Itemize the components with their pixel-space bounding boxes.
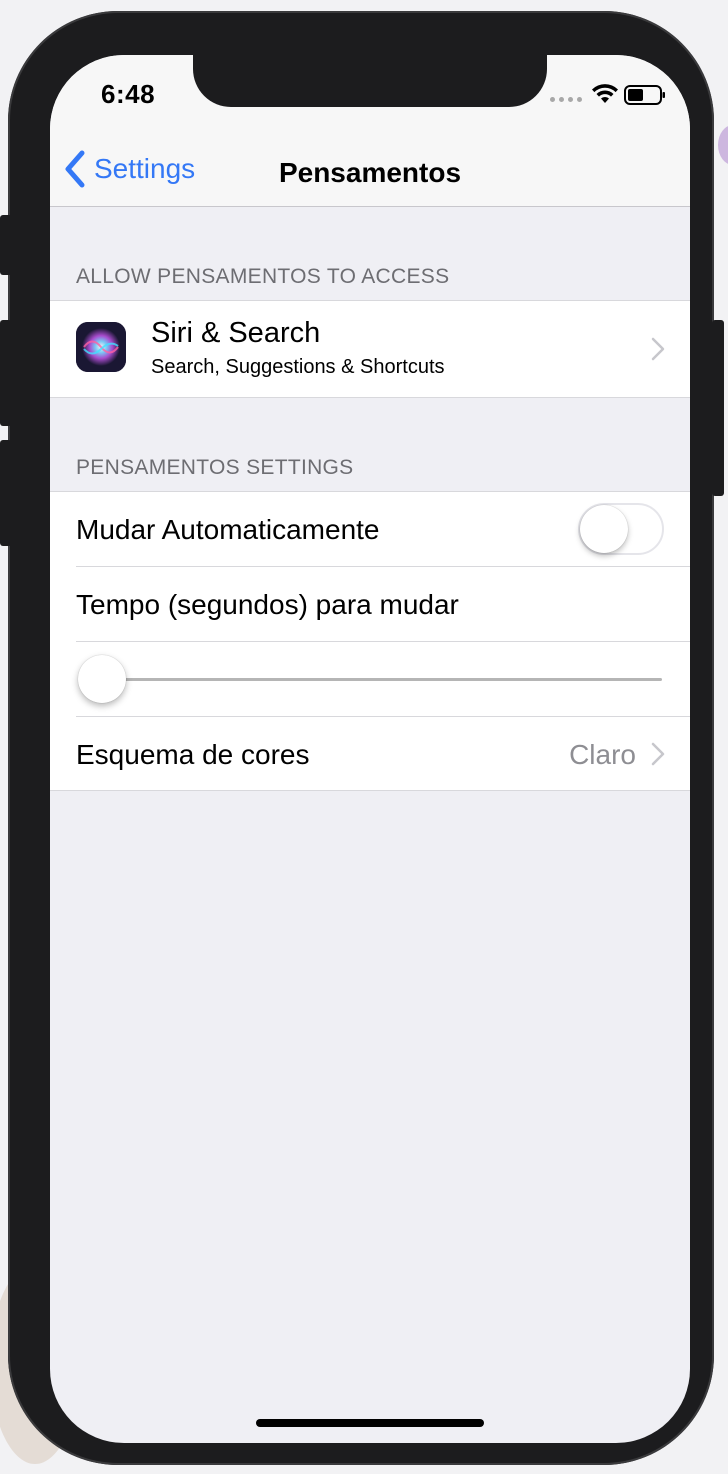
- auto-change-row: Mudar Automaticamente: [50, 492, 690, 567]
- color-scheme-value: Claro: [569, 739, 636, 770]
- wifi-icon: [592, 84, 618, 103]
- volume-up-button: [0, 320, 12, 426]
- chevron-right-icon: [651, 337, 665, 361]
- screen: 6:48 Settings Pensamentos ALLOW PENSAMEN…: [50, 55, 690, 1443]
- siri-search-subtitle: Search, Suggestions & Shortcuts: [151, 356, 445, 378]
- color-scheme-row[interactable]: Esquema de cores Claro: [50, 717, 690, 792]
- section-header-access: ALLOW PENSAMENTOS TO ACCESS: [76, 265, 450, 288]
- side-button: [712, 320, 724, 496]
- auto-change-label: Mudar Automaticamente: [76, 514, 380, 545]
- status-time: 6:48: [101, 79, 156, 109]
- time-slider-thumb[interactable]: [78, 655, 126, 703]
- time-slider-row: [50, 642, 690, 717]
- section-header-settings: PENSAMENTOS SETTINGS: [76, 456, 354, 479]
- cellular-signal-icon: [550, 97, 582, 102]
- home-indicator[interactable]: [256, 1419, 484, 1427]
- auto-change-toggle[interactable]: [578, 503, 664, 555]
- time-setting-label: Tempo (segundos) para mudar: [76, 589, 459, 620]
- color-scheme-label: Esquema de cores: [76, 739, 310, 770]
- device-notch: [193, 55, 547, 107]
- time-setting-row: Tempo (segundos) para mudar: [50, 567, 690, 642]
- background-blob: [718, 125, 728, 165]
- siri-search-title: Siri & Search: [151, 317, 321, 349]
- mute-switch: [0, 215, 12, 275]
- slider-track[interactable]: [102, 678, 662, 681]
- settings-group: Mudar Automaticamente Tempo (segundos) p…: [50, 491, 690, 791]
- navigation-bar: Settings Pensamentos: [50, 135, 690, 207]
- chevron-right-icon: [651, 742, 665, 766]
- battery-icon: [624, 85, 665, 105]
- phone-frame: 6:48 Settings Pensamentos ALLOW PENSAMEN…: [8, 11, 714, 1465]
- siri-icon: [76, 322, 126, 372]
- toggle-knob: [580, 505, 628, 553]
- volume-down-button: [0, 440, 12, 546]
- siri-search-row[interactable]: Siri & Search Search, Suggestions & Shor…: [50, 300, 690, 398]
- page-title: Pensamentos: [278, 157, 462, 188]
